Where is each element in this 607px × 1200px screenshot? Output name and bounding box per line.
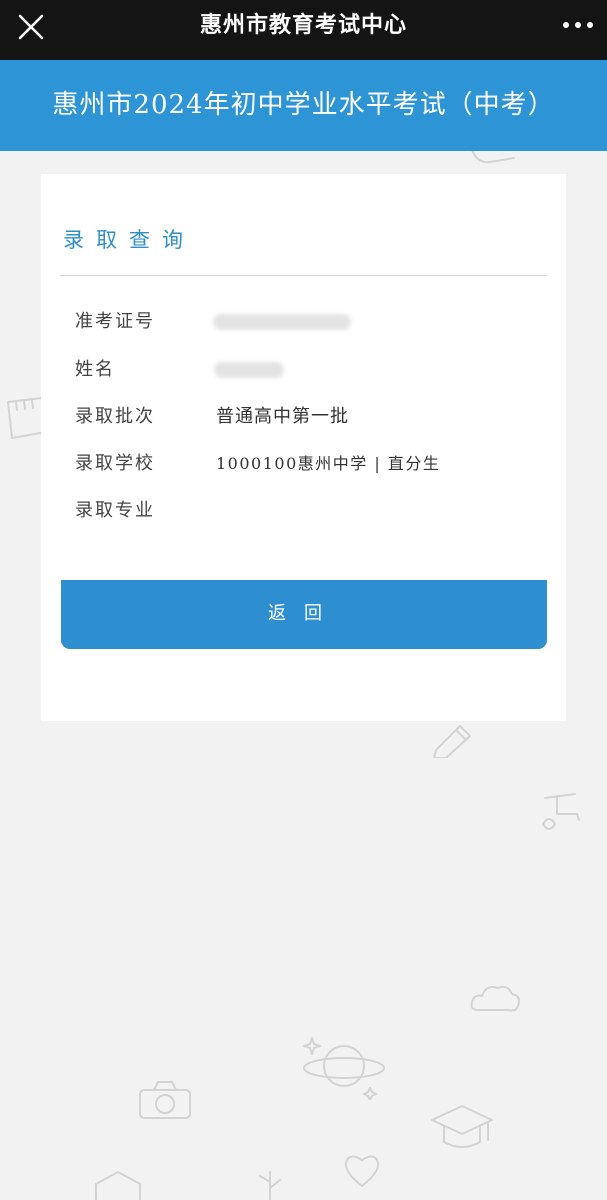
info-label: 姓名 [75,359,115,380]
info-label: 准考证号 [75,311,155,332]
card-heading: 录取查询 [63,228,195,252]
faucet-doodle-icon [542,793,580,830]
heart-doodle-icon [344,1155,380,1187]
info-row-name: 姓名 [41,355,566,385]
redacted-mask [213,314,351,330]
more-dots-icon[interactable] [561,12,595,40]
navbar: 惠州市教育考试中心 [0,0,607,60]
nav-title: 惠州市教育考试中心 [199,12,407,38]
planet-doodle-icon [303,1037,385,1100]
tree-doodle-icon [259,1171,281,1200]
info-row-major: 录取专业 [41,496,566,526]
return-button[interactable]: 返回 [61,580,547,649]
graduation-cap-doodle-icon [431,1105,493,1148]
batch-value: 普通高中第一批 [216,406,349,427]
camera-doodle-icon [139,1081,191,1119]
info-label: 录取学校 [75,453,155,474]
house-doodle-icon [95,1171,141,1200]
info-label: 录取批次 [75,406,155,427]
info-label: 录取专业 [75,500,155,521]
pencil-doodle-icon [433,725,471,758]
redacted-mask [214,362,284,378]
school-value: 1000100惠州中学 | 直分生 [216,454,441,473]
info-row-school: 录取学校 1000100惠州中学 | 直分生 [41,449,566,479]
exam-banner: 惠州市2024年初中学业水平考试（中考） [0,60,607,151]
admission-query-card: 录取查询 准考证号 姓名 录取批次 普通高中第一批 录取学校 1000100惠州… [41,174,566,721]
cloud-doodle-icon [470,985,521,1012]
info-row-exam-number: 准考证号 [41,307,566,337]
divider [60,275,547,276]
banner-title: 惠州市2024年初中学业水平考试（中考） [52,90,555,120]
info-row-batch: 录取批次 普通高中第一批 [41,402,566,432]
